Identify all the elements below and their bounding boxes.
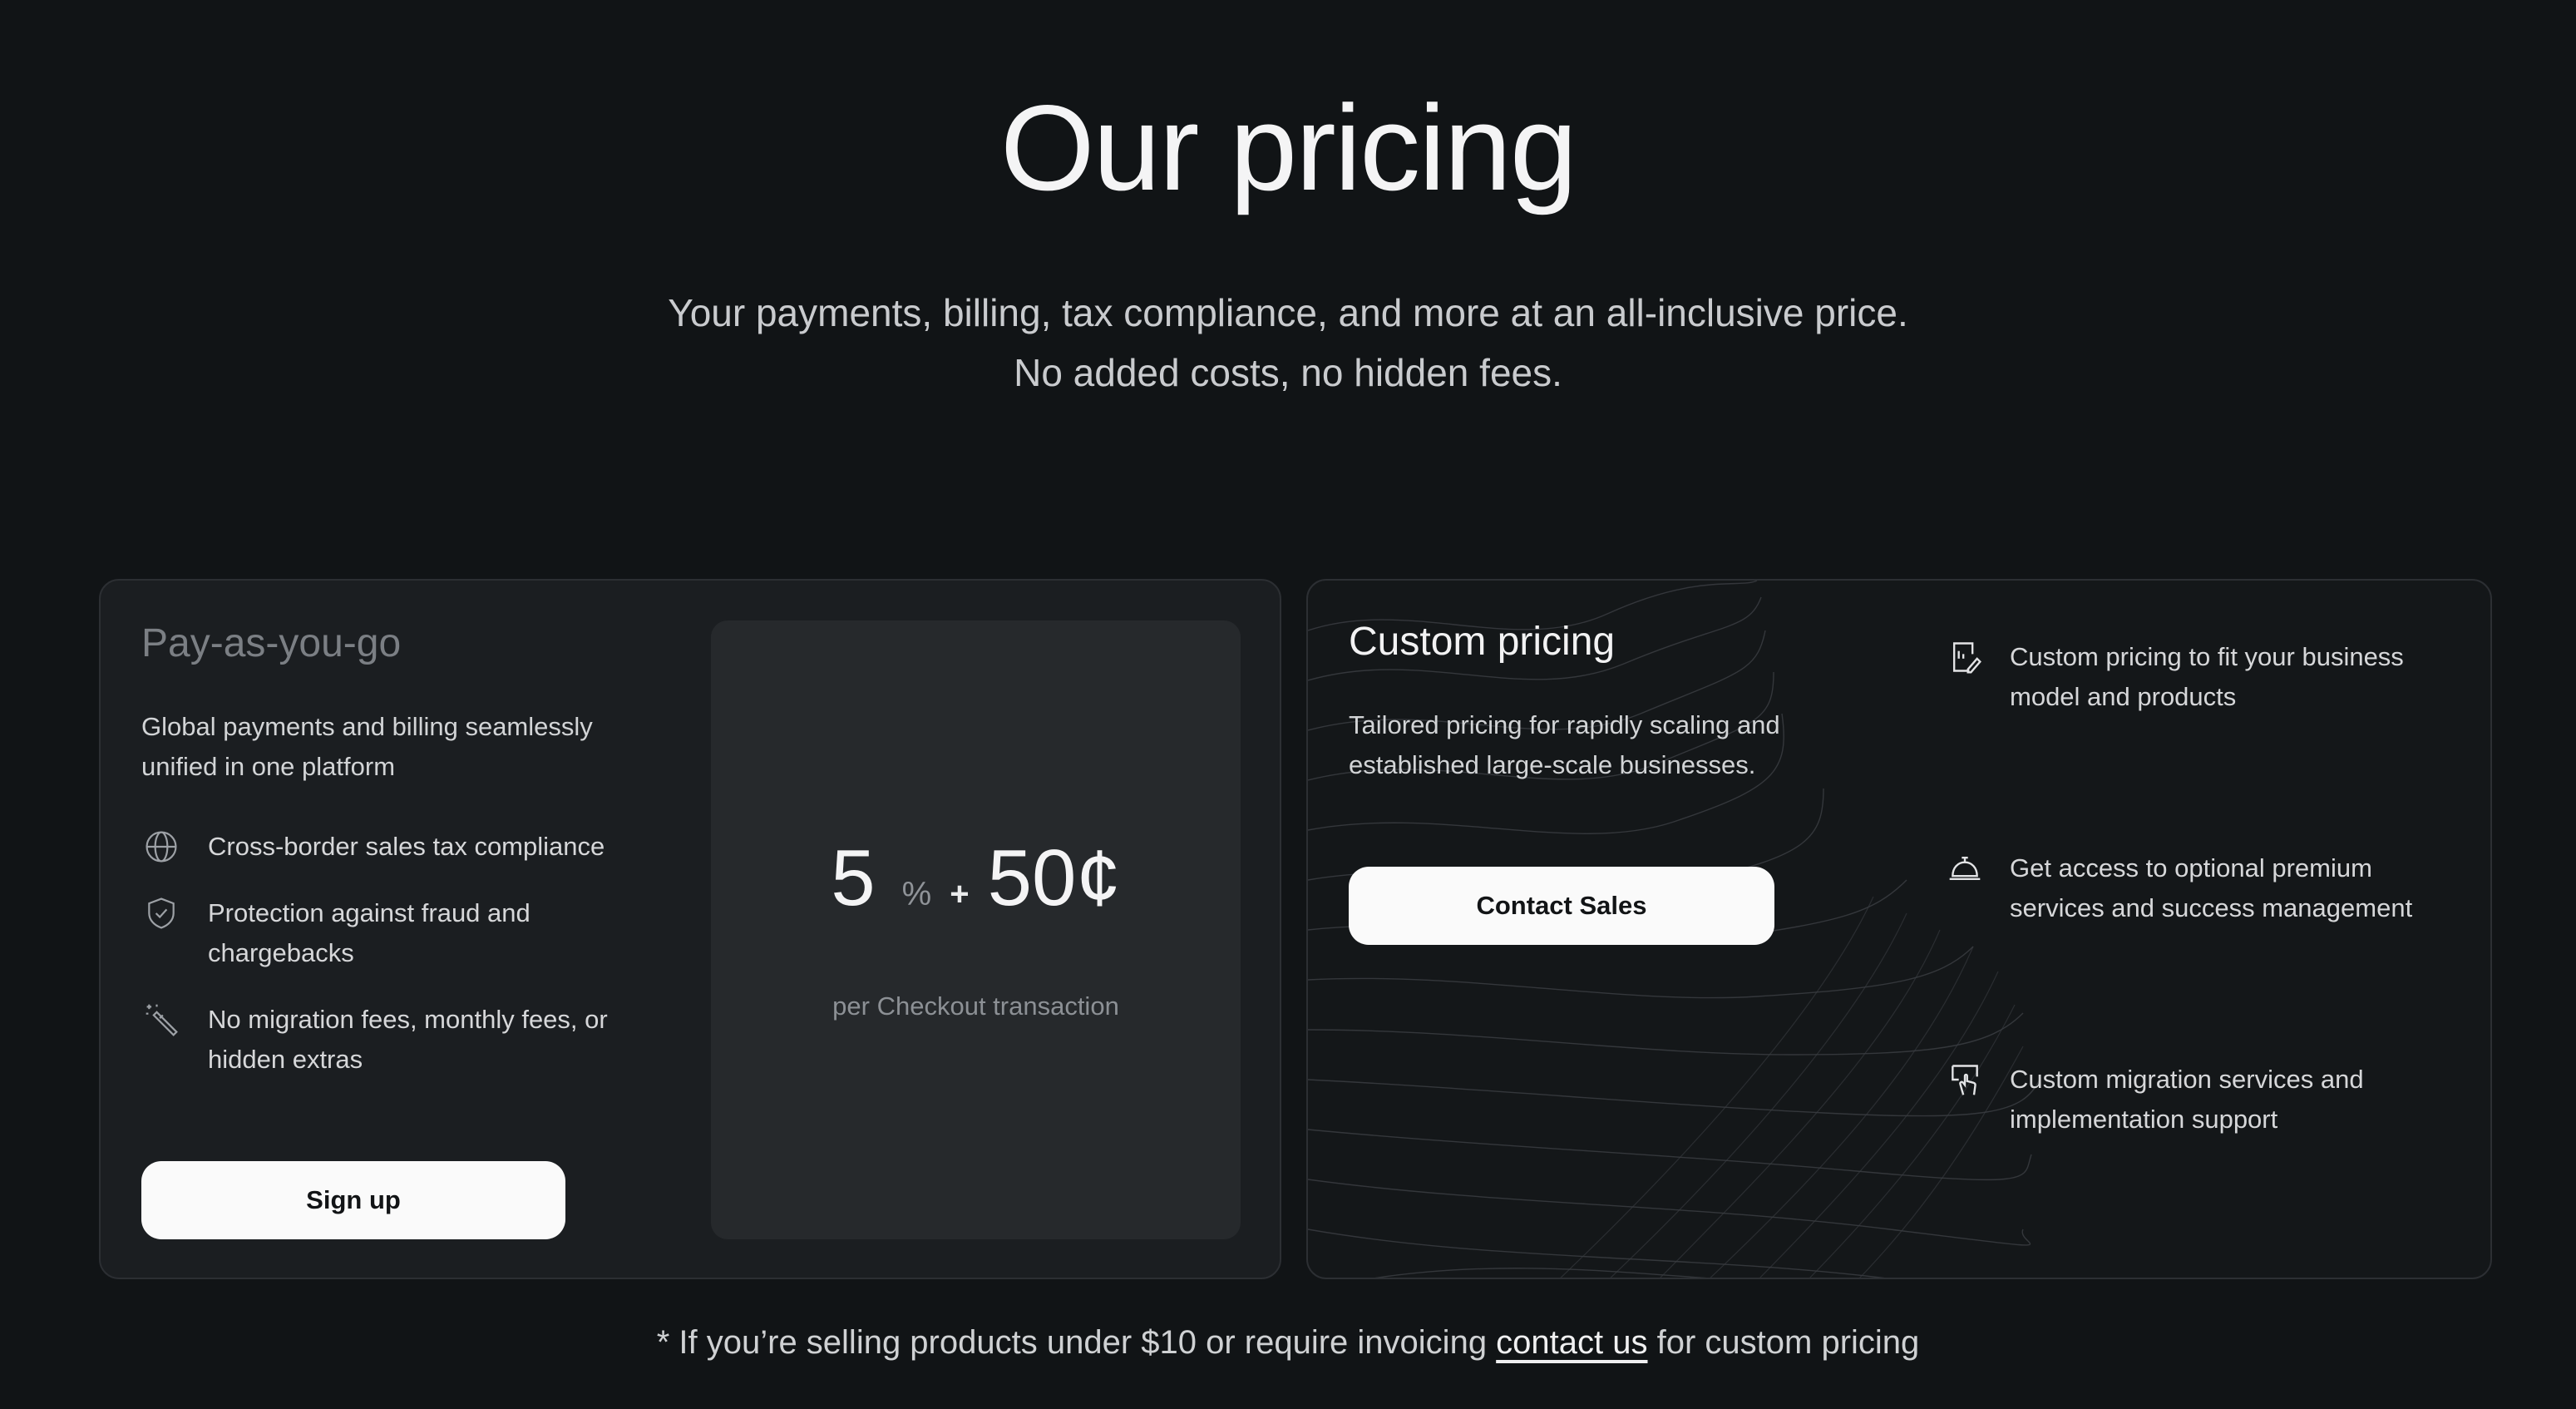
page-subtitle-line-2: No added costs, no hidden fees.: [1014, 351, 1562, 394]
price-display: 5 % + 50¢: [711, 838, 1241, 918]
feature-item-no-fees: No migration fees, monthly fees, or hidd…: [141, 1000, 608, 1080]
page-subtitle-line-1: Your payments, billing, tax compliance, …: [668, 291, 1908, 334]
feature-text-line-2: model and products: [2010, 682, 2237, 711]
migration-pointer-icon: [1945, 1060, 1985, 1100]
contact-sales-button[interactable]: Contact Sales: [1349, 867, 1774, 945]
feature-item-custom-pricing: Custom pricing to fit your business mode…: [1945, 637, 2404, 717]
custom-pricing-card: Custom pricing Tailored pricing for rapi…: [1306, 579, 2492, 1279]
price-caption: per Checkout transaction: [832, 991, 1119, 1021]
pay-as-you-go-card: Pay-as-you-go Global payments and billin…: [99, 579, 1281, 1279]
pay-as-you-go-title: Pay-as-you-go: [141, 621, 402, 665]
pricing-page: Our pricing Your payments, billing, tax …: [0, 0, 2576, 1409]
feature-text-line-2: implementation support: [2010, 1105, 2278, 1134]
price-panel: 5 % + 50¢ per Checkout transaction: [711, 620, 1241, 1239]
feature-text-line-2: services and success management: [2010, 893, 2413, 922]
price-percent-sign: %: [901, 876, 932, 912]
contact-us-link[interactable]: contact us: [1496, 1324, 1647, 1361]
feature-text-line-1: Custom pricing to fit your business: [2010, 642, 2404, 671]
feature-text-line-1: No migration fees, monthly fees, or: [208, 1005, 608, 1034]
custom-pricing-title: Custom pricing: [1349, 620, 1616, 664]
feature-text-line-1: Get access to optional premium: [2010, 853, 2372, 882]
feature-text: Cross-border sales tax compliance: [208, 832, 605, 861]
pricing-footnote: * If you’re selling products under $10 o…: [0, 1316, 2576, 1369]
feature-item-fraud-protection: Protection against fraud and chargebacks: [141, 893, 530, 973]
price-plus-sign: +: [950, 876, 970, 912]
document-edit-icon: [1945, 637, 1985, 677]
page-title: Our pricing: [999, 80, 1577, 215]
feature-item-premium-services: Get access to optional premium services …: [1945, 848, 2412, 928]
pay-as-you-go-description-line-1: Global payments and billing seamlessly: [141, 712, 593, 741]
sign-up-button[interactable]: Sign up: [141, 1161, 565, 1239]
price-fixed-fee: 50¢: [987, 833, 1121, 922]
shield-check-icon: [141, 893, 181, 933]
feature-text-line-1: Custom migration services and: [2010, 1065, 2364, 1094]
pay-as-you-go-description-line-2: unified in one platform: [141, 752, 396, 781]
custom-pricing-description-line-1: Tailored pricing for rapidly scaling and: [1349, 710, 1780, 739]
globe-icon: [141, 827, 181, 867]
custom-pricing-description-line-2: established large-scale businesses.: [1349, 750, 1756, 779]
price-percent-value: 5: [831, 833, 876, 922]
feature-item-migration-services: Custom migration services and implementa…: [1945, 1060, 2364, 1140]
magic-wand-icon: [141, 1000, 181, 1040]
feature-text-line-1: Protection against fraud and: [208, 898, 530, 927]
footnote-text-after: for custom pricing: [1647, 1324, 1920, 1361]
footnote-text-before: * If you’re selling products under $10 o…: [656, 1324, 1497, 1361]
feature-text-line-2: hidden extras: [208, 1045, 363, 1074]
feature-item-tax-compliance: Cross-border sales tax compliance: [141, 827, 605, 867]
service-bell-icon: [1945, 848, 1985, 888]
feature-text-line-2: chargebacks: [208, 938, 354, 967]
